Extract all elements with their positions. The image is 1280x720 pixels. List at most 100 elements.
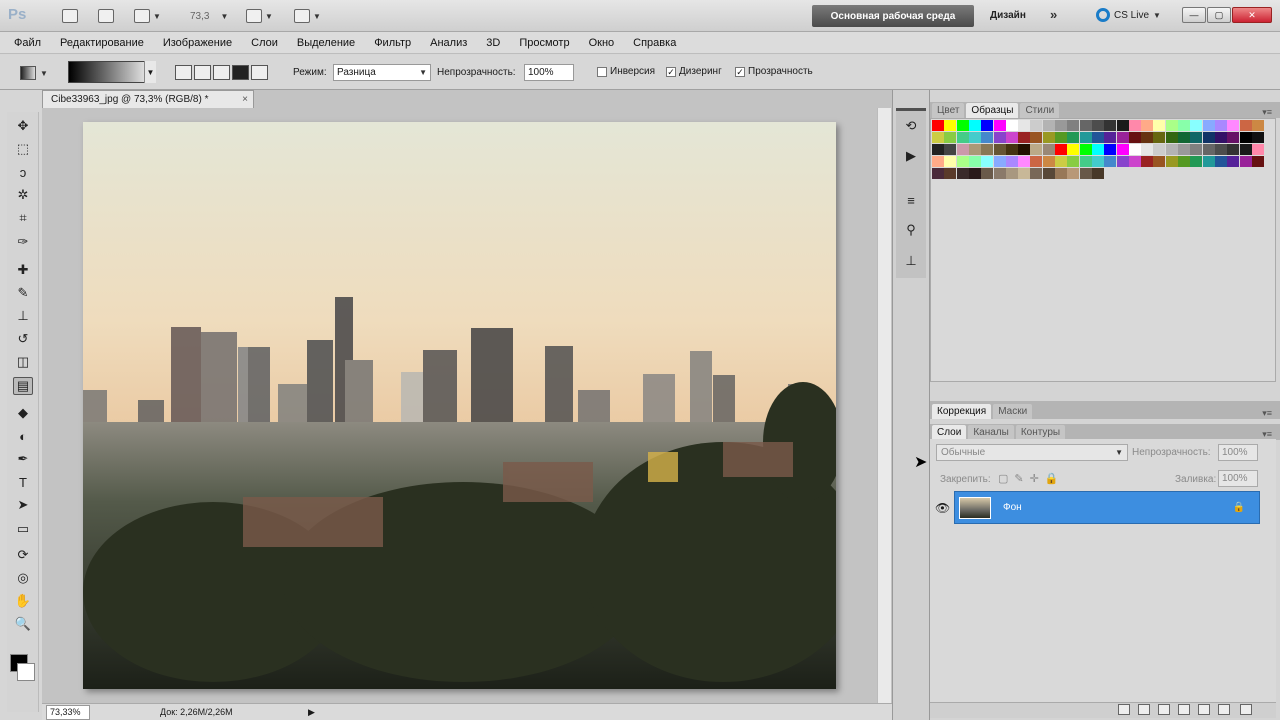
swatch[interactable] bbox=[1067, 156, 1080, 167]
inverse-checkbox[interactable]: Инверсия bbox=[597, 66, 655, 77]
lock-image-icon[interactable]: ✎ bbox=[1014, 472, 1023, 485]
swatch[interactable] bbox=[1042, 168, 1055, 179]
swatch[interactable] bbox=[981, 132, 994, 143]
swatch[interactable] bbox=[981, 144, 994, 155]
clone-source-icon[interactable]: ⚲ bbox=[902, 222, 920, 238]
brush-icon[interactable]: ✎ bbox=[13, 284, 33, 302]
swatch[interactable] bbox=[1239, 132, 1252, 143]
history-panel-icon[interactable]: ⟲ bbox=[902, 118, 920, 134]
swatch[interactable] bbox=[1030, 120, 1043, 131]
swatch[interactable] bbox=[1055, 120, 1067, 131]
new-group-icon[interactable] bbox=[1198, 704, 1210, 715]
dither-checkbox[interactable]: ✓ Дизеринг bbox=[666, 66, 722, 77]
swatch[interactable] bbox=[1202, 120, 1215, 131]
lock-position-icon[interactable]: ✛ bbox=[1030, 472, 1039, 485]
lock-transparency-icon[interactable]: ▢ bbox=[998, 472, 1008, 485]
close-icon[interactable]: × bbox=[242, 94, 248, 105]
swatch[interactable] bbox=[1018, 120, 1031, 131]
launch-bridge-button[interactable] bbox=[62, 6, 78, 26]
swatch[interactable] bbox=[1202, 132, 1215, 143]
swatch[interactable] bbox=[1116, 132, 1129, 143]
tab-styles[interactable]: Стили bbox=[1020, 103, 1060, 118]
swatch[interactable] bbox=[1141, 144, 1154, 155]
swatch[interactable] bbox=[1239, 156, 1252, 167]
path-select-icon[interactable]: ➤ bbox=[13, 496, 33, 514]
adjustment-layer-icon[interactable] bbox=[1178, 704, 1190, 715]
swatch[interactable] bbox=[1165, 156, 1178, 167]
swatch[interactable] bbox=[1190, 132, 1203, 143]
blend-mode-select[interactable]: Обычные ▼ bbox=[936, 444, 1128, 461]
swatch[interactable] bbox=[1116, 120, 1129, 131]
tab-paths[interactable]: Контуры bbox=[1015, 425, 1066, 440]
blur-icon[interactable]: ◆ bbox=[13, 404, 33, 422]
eyedropper-icon[interactable]: ✑ bbox=[13, 233, 33, 251]
tab-color[interactable]: Цвет bbox=[932, 103, 965, 118]
status-menu-arrow[interactable]: ▶ bbox=[308, 707, 315, 718]
launch-minibridge-button[interactable] bbox=[98, 6, 114, 26]
healing-icon[interactable]: ✚ bbox=[13, 261, 33, 279]
swatch[interactable] bbox=[1153, 144, 1166, 155]
swatch[interactable] bbox=[1165, 132, 1178, 143]
add-mask-icon[interactable] bbox=[1158, 704, 1170, 715]
reflected-gradient-button[interactable] bbox=[232, 65, 249, 80]
swatch[interactable] bbox=[1079, 168, 1092, 179]
swatch[interactable] bbox=[1018, 144, 1031, 155]
3d-orbit-icon[interactable]: ◎ bbox=[13, 569, 33, 587]
swatch[interactable] bbox=[1202, 156, 1215, 167]
swatch[interactable] bbox=[1005, 156, 1018, 167]
swatch[interactable] bbox=[1128, 156, 1141, 167]
vertical-scrollbar[interactable] bbox=[877, 108, 891, 703]
swatch[interactable] bbox=[1067, 144, 1080, 155]
dodge-icon[interactable]: ◐ bbox=[13, 427, 33, 445]
swatch[interactable] bbox=[1251, 156, 1264, 167]
swatch[interactable] bbox=[1141, 132, 1154, 143]
hand-icon[interactable]: ✋ bbox=[13, 592, 33, 610]
swatch[interactable] bbox=[993, 144, 1006, 155]
swatch[interactable] bbox=[956, 144, 969, 155]
swatch[interactable] bbox=[1030, 132, 1043, 143]
layer-style-icon[interactable] bbox=[1138, 704, 1150, 715]
swatch[interactable] bbox=[1067, 132, 1080, 143]
swatch[interactable] bbox=[993, 156, 1006, 167]
radial-gradient-button[interactable] bbox=[194, 65, 211, 80]
swatch[interactable] bbox=[932, 168, 944, 179]
tab-swatches[interactable]: Образцы bbox=[966, 103, 1019, 118]
swatch[interactable] bbox=[1018, 156, 1031, 167]
quick-select-icon[interactable]: ✲ bbox=[13, 186, 33, 204]
workspace-essentials-button[interactable]: Основная рабочая среда bbox=[812, 5, 974, 27]
swatch[interactable] bbox=[944, 168, 957, 179]
swatch[interactable] bbox=[1091, 156, 1104, 167]
swatch[interactable] bbox=[944, 132, 957, 143]
menu-help[interactable]: Справка bbox=[633, 37, 676, 49]
swatch[interactable] bbox=[1018, 132, 1031, 143]
3d-rotate-icon[interactable]: ⟳ bbox=[13, 546, 33, 564]
swatch[interactable] bbox=[968, 168, 981, 179]
swatch[interactable] bbox=[944, 156, 957, 167]
swatch[interactable] bbox=[1042, 132, 1055, 143]
swatch[interactable] bbox=[1178, 120, 1190, 131]
move-icon[interactable]: ✥ bbox=[13, 117, 33, 135]
swatch[interactable] bbox=[1178, 156, 1190, 167]
type-icon[interactable]: T bbox=[13, 473, 33, 491]
zoom-icon[interactable]: 🔍 bbox=[13, 615, 33, 633]
swatch[interactable] bbox=[1091, 120, 1104, 131]
swatch[interactable] bbox=[1251, 120, 1264, 131]
panel-menu-icon[interactable]: ▾≡ bbox=[1262, 408, 1272, 419]
swatch[interactable] bbox=[1202, 144, 1215, 155]
swatch[interactable] bbox=[1005, 144, 1018, 155]
swatch[interactable] bbox=[1141, 156, 1154, 167]
status-zoom-input[interactable]: 73,33% bbox=[46, 704, 90, 720]
link-layers-icon[interactable] bbox=[1118, 704, 1130, 715]
layer-row-background[interactable]: Фон 🔒 bbox=[954, 491, 1260, 524]
swatch[interactable] bbox=[1190, 156, 1203, 167]
lasso-icon[interactable]: ↄ bbox=[13, 163, 33, 181]
swatch[interactable] bbox=[1042, 144, 1055, 155]
swatch[interactable] bbox=[1251, 144, 1264, 155]
swatch[interactable] bbox=[1091, 144, 1104, 155]
swatch[interactable] bbox=[1251, 132, 1264, 143]
menu-view[interactable]: Просмотр bbox=[519, 37, 569, 49]
swatch[interactable] bbox=[1005, 168, 1018, 179]
swatch[interactable] bbox=[1190, 144, 1203, 155]
swatch[interactable] bbox=[1091, 168, 1104, 179]
swatch[interactable] bbox=[1055, 132, 1067, 143]
